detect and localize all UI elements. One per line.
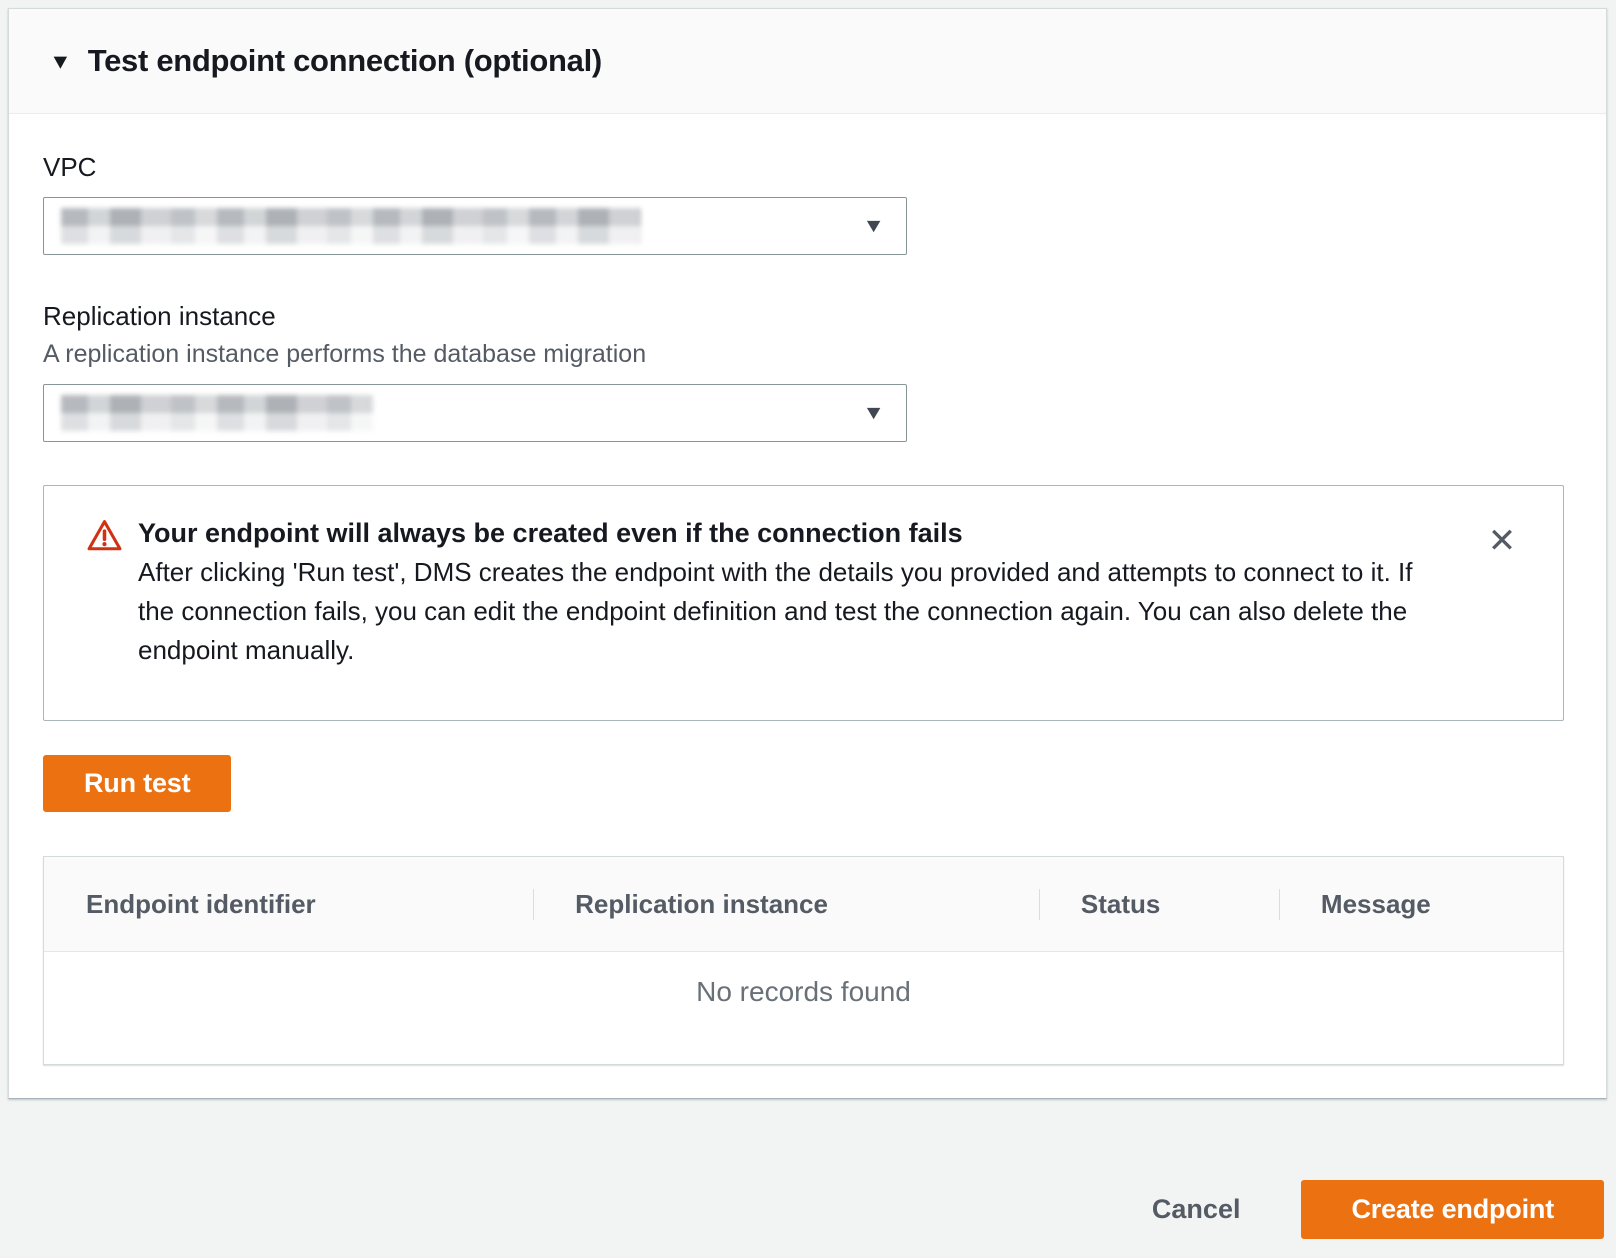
replication-instance-select[interactable]: ▼ [43,384,907,442]
replication-instance-description: A replication instance performs the data… [43,339,1564,369]
section-body: VPC ▼ Replication instance A replication… [9,114,1606,1065]
warning-flashbar: Your endpoint will always be created eve… [43,485,1564,721]
vpc-select[interactable]: ▼ [43,197,907,255]
section-collapse-caret-icon[interactable]: ▼ [49,51,72,72]
replication-instance-label: Replication instance [43,301,1564,331]
warning-title: Your endpoint will always be created eve… [138,514,1430,553]
replication-instance-dropdown-caret-icon: ▼ [862,403,885,423]
form-footer-actions: Cancel Create endpoint [1152,1180,1604,1239]
vpc-label: VPC [43,152,1564,182]
create-endpoint-button[interactable]: Create endpoint [1301,1180,1604,1239]
column-header-endpoint-identifier: Endpoint identifier [44,889,533,920]
cancel-button[interactable]: Cancel [1152,1194,1241,1225]
vpc-dropdown-caret-icon: ▼ [862,216,885,236]
warning-body: After clicking 'Run test', DMS creates t… [138,553,1430,670]
section-title: Test endpoint connection (optional) [88,43,602,79]
table-empty-state: No records found [44,952,1563,1064]
column-header-replication-instance: Replication instance [533,889,1039,920]
warning-content: Your endpoint will always be created eve… [138,514,1430,670]
vpc-select-value-redacted [61,208,641,244]
replication-instance-field: Replication instance A replication insta… [43,301,1564,442]
column-header-status: Status [1039,889,1279,920]
close-icon[interactable]: ✕ [1485,524,1519,558]
test-endpoint-connection-section: ▼ Test endpoint connection (optional) VP… [8,8,1607,1099]
alert-triangle-icon [86,517,123,554]
section-header-expander[interactable]: ▼ Test endpoint connection (optional) [9,9,1606,114]
column-header-message: Message [1279,889,1563,920]
run-test-button[interactable]: Run test [43,755,231,812]
test-results-table: Endpoint identifier Replication instance… [43,856,1564,1065]
replication-instance-select-value-redacted [61,395,373,431]
vpc-field: VPC ▼ [43,152,1564,255]
table-header-row: Endpoint identifier Replication instance… [44,857,1563,952]
